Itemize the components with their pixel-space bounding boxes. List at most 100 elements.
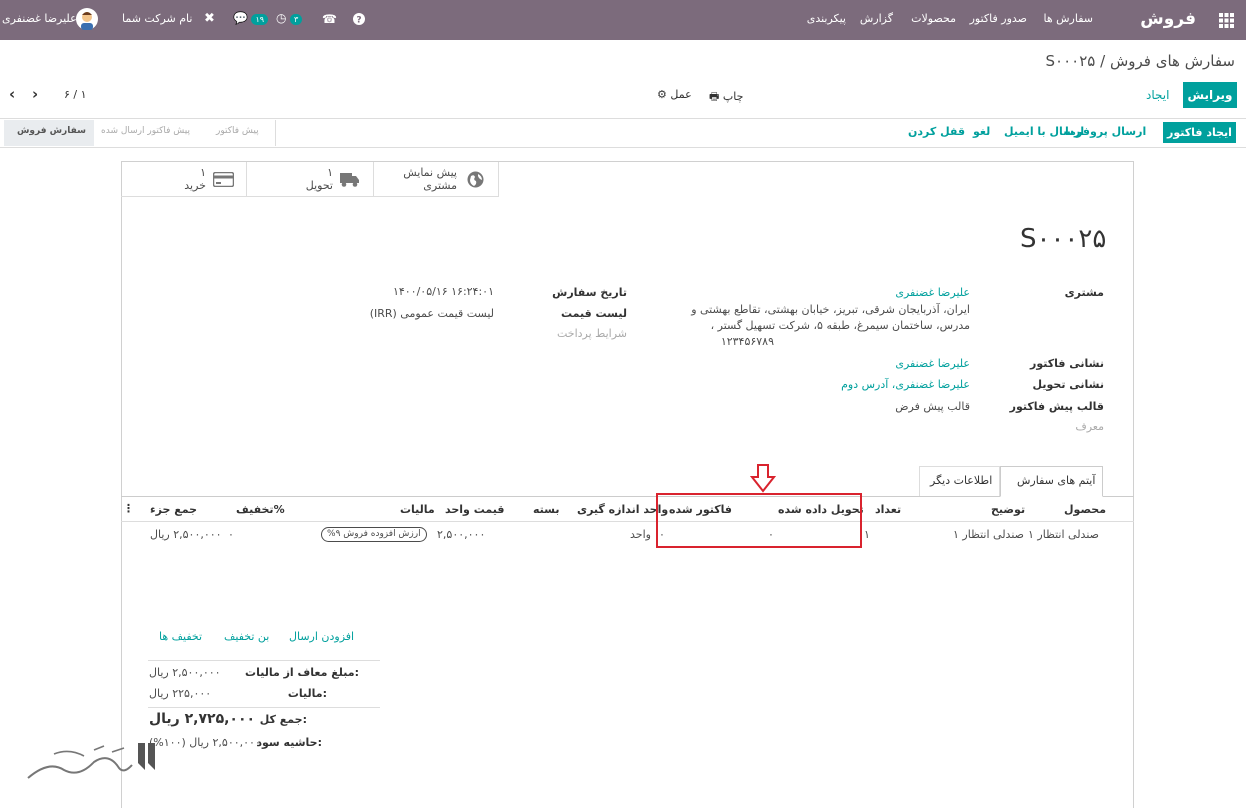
- watermark-logo: [24, 740, 164, 788]
- preview-label: پیش نمایش مشتری: [403, 166, 457, 192]
- breadcrumb-parent[interactable]: سفارش های فروش: [1110, 52, 1235, 70]
- customer-address-line3: ۱۲۳۴۵۶۷۸۹: [720, 335, 774, 348]
- down-arrow-icon: [749, 464, 777, 496]
- menu-reporting[interactable]: گزارش: [860, 12, 893, 25]
- preview-line2: مشتری: [423, 179, 457, 192]
- coupon-link[interactable]: بن تخفیف: [224, 630, 269, 643]
- action-label: عمل: [670, 88, 692, 101]
- stage-sale-order-label: سفارش فروش: [17, 126, 86, 136]
- create-button[interactable]: ایجاد: [1146, 88, 1169, 102]
- tax-value: ۲۲۵,۰۰۰ ریال: [149, 687, 212, 700]
- printer-icon: 🖶: [709, 90, 720, 103]
- customer-link[interactable]: علیرضا غضنفری: [895, 286, 970, 299]
- pricelist-value[interactable]: لیست قیمت عمومی (IRR): [370, 307, 494, 320]
- col-subtotal[interactable]: جمع جزء: [150, 503, 197, 516]
- help-icon[interactable]: ?: [353, 13, 365, 28]
- apps-menu-icon[interactable]: [1219, 13, 1234, 31]
- globe-icon: [467, 171, 484, 191]
- row-subtotal: ۲,۵۰۰,۰۰۰ ریال: [150, 528, 222, 541]
- credit-card-icon: [212, 171, 235, 190]
- order-number: S۰۰۰۲۵: [1020, 224, 1107, 254]
- menu-orders[interactable]: سفارش ها: [1043, 12, 1093, 25]
- order-date-value[interactable]: ۱۴۰۰/۰۵/۱۶ ۱۶:۲۴:۰۱: [393, 285, 494, 298]
- gear-icon: ⚙: [657, 88, 667, 101]
- discounts-link[interactable]: تخفیف ها: [159, 630, 202, 643]
- col-package[interactable]: بسته: [533, 503, 560, 516]
- row-uom[interactable]: واحد: [630, 528, 651, 541]
- pager-prev-icon[interactable]: ‹: [9, 85, 15, 103]
- row-product[interactable]: صندلی انتظار ۱: [1028, 528, 1099, 541]
- row-quantity[interactable]: ۱: [864, 528, 870, 541]
- referrer-label: معرف: [1075, 420, 1104, 433]
- row-discount[interactable]: ۰: [228, 528, 234, 541]
- untaxed-value: ۲,۵۰۰,۰۰۰ ریال: [149, 666, 221, 679]
- row-description[interactable]: صندلی انتظار ۱: [953, 528, 1024, 541]
- delivery-count: ۱: [327, 166, 333, 179]
- delivery-label: ۱ تحویل: [306, 166, 333, 192]
- tabs-baseline: [121, 496, 1134, 497]
- debug-tools-icon[interactable]: ✖: [204, 11, 215, 26]
- purchase-count: ۱: [200, 166, 206, 179]
- col-product[interactable]: محصول: [1064, 503, 1106, 516]
- statusbar-border-top: [0, 118, 1246, 119]
- customer-address-line2: مدرس، ساختمان سیمرغ، طبقه ۵، شرکت تسهیل …: [710, 319, 970, 332]
- col-taxes[interactable]: مالیات: [400, 503, 435, 516]
- preview-line1: پیش نمایش: [403, 166, 457, 179]
- total-label: جمع کل:: [259, 713, 307, 726]
- column-options-icon[interactable]: ⋮: [123, 502, 134, 515]
- pricelist-label: لیست قیمت: [561, 307, 627, 320]
- user-name[interactable]: علیرضا غضنفری: [2, 12, 77, 25]
- row-unit-price[interactable]: ۲,۵۰۰,۰۰۰: [437, 528, 485, 541]
- tab-order-lines-label: آیتم های سفارش: [1017, 474, 1096, 487]
- action-button[interactable]: ⚙ عمل: [657, 88, 692, 101]
- print-button[interactable]: 🖶 چاپ: [709, 88, 743, 107]
- menu-invoicing[interactable]: صدور فاکتور: [970, 12, 1027, 25]
- template-value[interactable]: قالب پیش فرض: [895, 400, 970, 413]
- activity-menu[interactable]: ◷ ۳: [276, 11, 303, 25]
- message-badge: ۱۹: [251, 14, 269, 25]
- phone-icon[interactable]: ☎: [322, 12, 337, 26]
- tax-tag[interactable]: ارزش افزوده فروش ۹%: [321, 527, 427, 542]
- col-quantity[interactable]: تعداد: [875, 503, 901, 516]
- tax-label: مالیات:: [287, 687, 327, 700]
- clock-icon: ◷: [276, 11, 287, 25]
- pager-next-icon[interactable]: ›: [32, 85, 38, 103]
- col-description[interactable]: توضیح: [991, 503, 1025, 516]
- customer-address-line1: ایران، آذربایجان شرقی، تبریز، خیابان بهش…: [691, 303, 970, 316]
- breadcrumb: سفارش های فروش / S۰۰۰۲۵: [1046, 52, 1235, 70]
- app-name: فروش: [1140, 9, 1196, 29]
- invoice-address-link[interactable]: علیرضا غضنفری: [895, 357, 970, 370]
- breadcrumb-current: S۰۰۰۲۵: [1045, 52, 1096, 70]
- menu-configuration[interactable]: پیکربندی: [807, 12, 846, 25]
- delivery-address-label: نشانی تحویل: [1032, 378, 1104, 391]
- send-email-button[interactable]: ارسال با ایمیل: [1004, 125, 1084, 138]
- purchase-label: ۱ خرید: [184, 166, 206, 192]
- col-discount[interactable]: تخفیف%: [236, 503, 285, 516]
- print-label: چاپ: [722, 90, 744, 103]
- add-shipping-link[interactable]: افزودن ارسال: [289, 630, 354, 643]
- avatar[interactable]: [76, 8, 98, 33]
- activity-badge: ۳: [289, 14, 303, 25]
- delivery-text: تحویل: [305, 179, 333, 192]
- statusbar-border-bottom: [0, 147, 1246, 148]
- menu-products[interactable]: محصولات: [911, 12, 956, 25]
- edit-button[interactable]: ویرایش: [1183, 82, 1237, 108]
- col-unit-price[interactable]: قیمت واحد: [445, 503, 504, 516]
- total-value: ۲,۷۲۵,۰۰۰ ریال: [149, 711, 256, 727]
- margin-label: حاشیه سود:: [256, 736, 322, 749]
- company-switcher[interactable]: نام شرکت شما: [122, 12, 192, 25]
- highlight-box: [656, 493, 862, 548]
- purchase-text: خرید: [184, 179, 206, 192]
- create-invoice-button[interactable]: ایجاد فاکتور: [1163, 122, 1236, 143]
- col-uom[interactable]: واحد اندازه گیری: [577, 503, 668, 516]
- cancel-button[interactable]: لغو: [973, 125, 990, 138]
- lock-button[interactable]: قفل کردن: [908, 125, 965, 138]
- messaging-menu[interactable]: 💬 ۱۹: [233, 11, 269, 25]
- stage-divider: [275, 120, 276, 146]
- chat-icon: 💬: [233, 11, 248, 25]
- pager-value[interactable]: ۶ / ۱: [64, 88, 87, 101]
- delivery-address-link[interactable]: علیرضا غضنفری، آدرس دوم: [841, 378, 970, 391]
- stage-quotation-sent[interactable]: پیش فاکتور ارسال شده: [101, 126, 190, 136]
- stage-quotation[interactable]: پیش فاکتور: [216, 126, 259, 136]
- breadcrumb-separator: /: [1100, 52, 1106, 70]
